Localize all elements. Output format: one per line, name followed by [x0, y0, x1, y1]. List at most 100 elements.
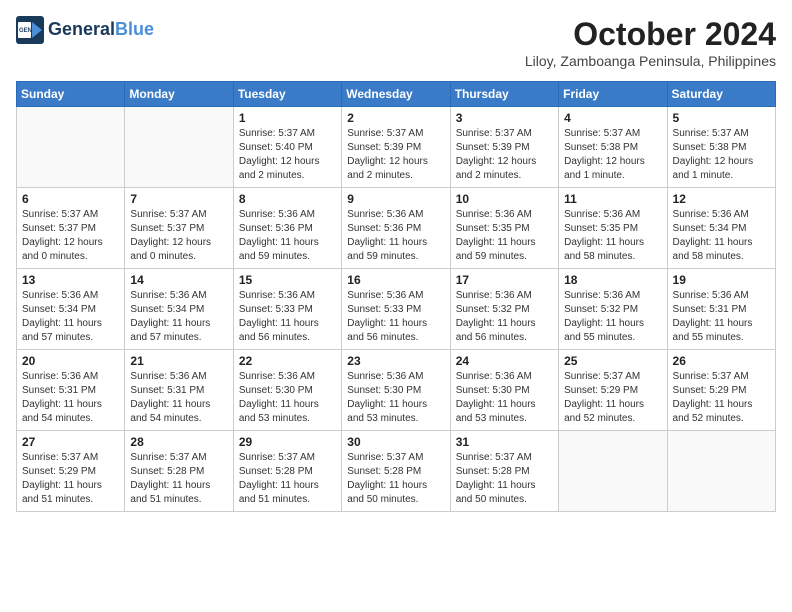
day-number: 19	[673, 273, 770, 287]
calendar-cell: 12Sunrise: 5:36 AMSunset: 5:34 PMDayligh…	[667, 188, 775, 269]
svg-text:GEN: GEN	[19, 28, 32, 34]
calendar-cell	[559, 431, 667, 512]
calendar-cell: 11Sunrise: 5:36 AMSunset: 5:35 PMDayligh…	[559, 188, 667, 269]
calendar-cell: 31 Sunrise: 5:37 AMSunset: 5:28 PMDayligh…	[450, 431, 558, 512]
logo-text: GeneralBlue	[48, 20, 154, 40]
day-number: 24	[456, 354, 553, 368]
weekday-header-friday: Friday	[559, 82, 667, 107]
day-number: 8	[239, 192, 336, 206]
day-info: Sunrise: 5:36 AMSunset: 5:34 PMDaylight:…	[22, 289, 119, 345]
day-info: Sunrise: 5:36 AMSunset: 5:33 PMDaylight:…	[347, 289, 444, 345]
calendar-cell: 17Sunrise: 5:36 AMSunset: 5:32 PMDayligh…	[450, 269, 558, 350]
calendar-cell: 28 Sunrise: 5:37 AMSunset: 5:28 PMDayligh…	[125, 431, 233, 512]
weekday-header-monday: Monday	[125, 82, 233, 107]
day-info: Sunrise: 5:36 AMSunset: 5:36 PMDaylight:…	[239, 208, 336, 264]
day-number: 28	[130, 435, 227, 449]
day-number: 21	[130, 354, 227, 368]
day-number: 10	[456, 192, 553, 206]
logo: GEN GeneralBlue	[16, 16, 154, 44]
week-row-5: 27 Sunrise: 5:37 AMSunset: 5:29 PMDayligh…	[17, 431, 776, 512]
calendar-cell: 19 Sunrise: 5:36 AMSunset: 5:31 PMDayligh…	[667, 269, 775, 350]
calendar-cell: 25Sunrise: 5:37 AMSunset: 5:29 PMDayligh…	[559, 350, 667, 431]
day-number: 16	[347, 273, 444, 287]
day-number: 15	[239, 273, 336, 287]
day-number: 23	[347, 354, 444, 368]
day-number: 11	[564, 192, 661, 206]
week-row-2: 6Sunrise: 5:37 AMSunset: 5:37 PMDaylight…	[17, 188, 776, 269]
day-number: 31	[456, 435, 553, 449]
day-info: Sunrise: 5:37 AMSunset: 5:29 PMDaylight:…	[22, 451, 119, 507]
day-number: 7	[130, 192, 227, 206]
weekday-header-tuesday: Tuesday	[233, 82, 341, 107]
calendar-cell: 23 Sunrise: 5:36 AMSunset: 5:30 PMDayligh…	[342, 350, 450, 431]
day-info: Sunrise: 5:36 AMSunset: 5:30 PMDaylight:…	[456, 370, 553, 426]
logo-icon: GEN	[16, 16, 44, 44]
calendar-cell: 5 Sunrise: 5:37 AMSunset: 5:38 PMDaylight…	[667, 107, 775, 188]
day-info: Sunrise: 5:37 AMSunset: 5:28 PMDaylight:…	[130, 451, 227, 507]
day-info: Sunrise: 5:36 AMSunset: 5:35 PMDaylight:…	[456, 208, 553, 264]
weekday-header-wednesday: Wednesday	[342, 82, 450, 107]
month-title: October 2024	[525, 16, 776, 53]
calendar-cell: 3 Sunrise: 5:37 AMSunset: 5:39 PMDaylight…	[450, 107, 558, 188]
calendar-cell: 26Sunrise: 5:37 AMSunset: 5:29 PMDayligh…	[667, 350, 775, 431]
day-info: Sunrise: 5:36 AMSunset: 5:31 PMDaylight:…	[130, 370, 227, 426]
weekday-header-saturday: Saturday	[667, 82, 775, 107]
day-info: Sunrise: 5:37 AMSunset: 5:39 PMDaylight:…	[456, 127, 553, 183]
page-header: GEN GeneralBlue October 2024 Liloy, Zamb…	[16, 16, 776, 69]
calendar-cell: 2 Sunrise: 5:37 AMSunset: 5:39 PMDaylight…	[342, 107, 450, 188]
calendar-cell: 24 Sunrise: 5:36 AMSunset: 5:30 PMDayligh…	[450, 350, 558, 431]
day-number: 20	[22, 354, 119, 368]
day-number: 3	[456, 111, 553, 125]
day-info: Sunrise: 5:37 AMSunset: 5:37 PMDaylight:…	[22, 208, 119, 264]
calendar-cell: 4 Sunrise: 5:37 AMSunset: 5:38 PMDaylight…	[559, 107, 667, 188]
day-info: Sunrise: 5:37 AMSunset: 5:38 PMDaylight:…	[673, 127, 770, 183]
week-row-3: 13 Sunrise: 5:36 AMSunset: 5:34 PMDayligh…	[17, 269, 776, 350]
day-info: Sunrise: 5:37 AMSunset: 5:28 PMDaylight:…	[456, 451, 553, 507]
day-number: 17	[456, 273, 553, 287]
calendar-cell: 30 Sunrise: 5:37 AMSunset: 5:28 PMDayligh…	[342, 431, 450, 512]
day-info: Sunrise: 5:37 AMSunset: 5:37 PMDaylight:…	[130, 208, 227, 264]
day-number: 30	[347, 435, 444, 449]
calendar-cell: 8 Sunrise: 5:36 AMSunset: 5:36 PMDaylight…	[233, 188, 341, 269]
day-number: 29	[239, 435, 336, 449]
calendar-cell: 13 Sunrise: 5:36 AMSunset: 5:34 PMDayligh…	[17, 269, 125, 350]
weekday-header-sunday: Sunday	[17, 82, 125, 107]
weekday-row: SundayMondayTuesdayWednesdayThursdayFrid…	[17, 82, 776, 107]
day-number: 26	[673, 354, 770, 368]
calendar-cell: 10 Sunrise: 5:36 AMSunset: 5:35 PMDayligh…	[450, 188, 558, 269]
calendar-cell: 22Sunrise: 5:36 AMSunset: 5:30 PMDayligh…	[233, 350, 341, 431]
day-number: 4	[564, 111, 661, 125]
day-number: 18	[564, 273, 661, 287]
day-info: Sunrise: 5:36 AMSunset: 5:31 PMDaylight:…	[673, 289, 770, 345]
day-number: 5	[673, 111, 770, 125]
calendar-cell: 20Sunrise: 5:36 AMSunset: 5:31 PMDayligh…	[17, 350, 125, 431]
location: Liloy, Zamboanga Peninsula, Philippines	[525, 53, 776, 69]
day-info: Sunrise: 5:36 AMSunset: 5:32 PMDaylight:…	[564, 289, 661, 345]
calendar-header: SundayMondayTuesdayWednesdayThursdayFrid…	[17, 82, 776, 107]
day-info: Sunrise: 5:37 AMSunset: 5:40 PMDaylight:…	[239, 127, 336, 183]
day-number: 2	[347, 111, 444, 125]
calendar: SundayMondayTuesdayWednesdayThursdayFrid…	[16, 81, 776, 512]
day-number: 27	[22, 435, 119, 449]
calendar-cell: 7 Sunrise: 5:37 AMSunset: 5:37 PMDaylight…	[125, 188, 233, 269]
calendar-cell	[17, 107, 125, 188]
day-info: Sunrise: 5:37 AMSunset: 5:39 PMDaylight:…	[347, 127, 444, 183]
weekday-header-thursday: Thursday	[450, 82, 558, 107]
title-block: October 2024 Liloy, Zamboanga Peninsula,…	[525, 16, 776, 69]
calendar-cell: 29Sunrise: 5:37 AMSunset: 5:28 PMDayligh…	[233, 431, 341, 512]
calendar-cell	[125, 107, 233, 188]
day-info: Sunrise: 5:36 AMSunset: 5:36 PMDaylight:…	[347, 208, 444, 264]
calendar-cell: 9Sunrise: 5:36 AMSunset: 5:36 PMDaylight…	[342, 188, 450, 269]
calendar-cell: 18 Sunrise: 5:36 AMSunset: 5:32 PMDayligh…	[559, 269, 667, 350]
day-info: Sunrise: 5:37 AMSunset: 5:38 PMDaylight:…	[564, 127, 661, 183]
day-info: Sunrise: 5:36 AMSunset: 5:30 PMDaylight:…	[347, 370, 444, 426]
calendar-cell: 1Sunrise: 5:37 AMSunset: 5:40 PMDaylight…	[233, 107, 341, 188]
calendar-cell: 14Sunrise: 5:36 AMSunset: 5:34 PMDayligh…	[125, 269, 233, 350]
day-info: Sunrise: 5:36 AMSunset: 5:30 PMDaylight:…	[239, 370, 336, 426]
day-number: 12	[673, 192, 770, 206]
day-info: Sunrise: 5:37 AMSunset: 5:28 PMDaylight:…	[347, 451, 444, 507]
day-info: Sunrise: 5:37 AMSunset: 5:29 PMDaylight:…	[564, 370, 661, 426]
day-number: 13	[22, 273, 119, 287]
calendar-cell: 21 Sunrise: 5:36 AMSunset: 5:31 PMDayligh…	[125, 350, 233, 431]
day-info: Sunrise: 5:36 AMSunset: 5:34 PMDaylight:…	[130, 289, 227, 345]
